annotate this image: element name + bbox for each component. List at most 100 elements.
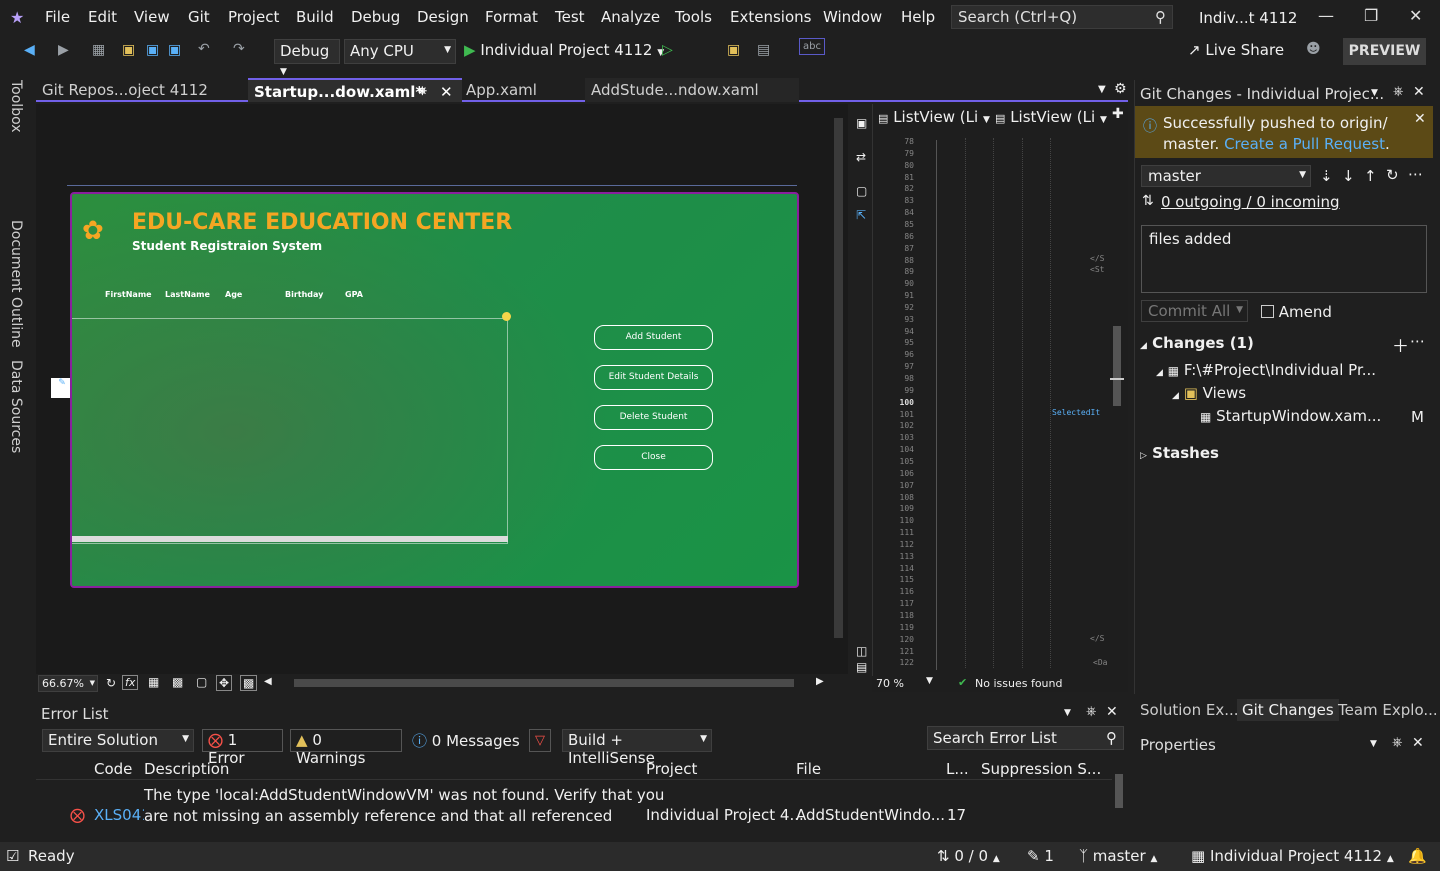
edit-student-button[interactable]: Edit Student Details xyxy=(594,365,713,390)
back-icon[interactable]: ◀ xyxy=(24,42,35,58)
scope-select[interactable]: Entire Solution ▼ xyxy=(42,729,194,752)
designer-hscroll-thumb[interactable] xyxy=(294,679,794,687)
branch-select[interactable]: master ▼ xyxy=(1141,165,1311,187)
toolbox-tab[interactable]: Toolbox xyxy=(8,80,24,133)
search-error-list-input[interactable]: Search Error List ⚲ xyxy=(927,726,1124,750)
save-all-icon[interactable]: ▣ xyxy=(168,42,181,58)
messages-filter-button[interactable]: ⓘ 0 Messages xyxy=(412,730,520,751)
stage-all-icon[interactable]: ＋ xyxy=(1392,332,1409,357)
menu-git[interactable]: Git xyxy=(188,8,210,26)
warnings-filter-button[interactable]: ▲ 0 Warnings xyxy=(290,729,402,767)
menu-extensions[interactable]: Extensions xyxy=(730,8,811,26)
element-combo-2[interactable]: ▤ ListView (Li ▼ xyxy=(995,108,1107,126)
chevron-down-icon[interactable]: ▼ xyxy=(926,676,933,686)
element-combo-1[interactable]: ▤ ListView (Li ▼ xyxy=(878,108,990,126)
delete-student-button[interactable]: Delete Student xyxy=(594,405,713,430)
column-project[interactable]: Project xyxy=(646,760,697,778)
branch-indicator[interactable]: ᛉ master ▲ xyxy=(1079,847,1157,865)
close-app-button[interactable]: Close xyxy=(594,445,713,470)
scroll-right-icon[interactable]: ▶ xyxy=(816,676,824,687)
forward-icon[interactable]: ▶ xyxy=(58,42,69,58)
build-source-select[interactable]: Build + IntelliSense ▼ xyxy=(562,729,712,767)
sync-status-link[interactable]: 0 outgoing / 0 incoming xyxy=(1161,193,1340,211)
redo-icon[interactable]: ↷ xyxy=(233,41,245,57)
repo-indicator[interactable]: ▦ Individual Project 4112 ▲ xyxy=(1191,847,1394,865)
tab-git-repos[interactable]: Git Repos...oject 4112 xyxy=(36,78,248,102)
swap-panes-icon[interactable]: ⇄ xyxy=(856,150,866,164)
tab-solution-explorer[interactable]: Solution Ex... xyxy=(1140,701,1239,719)
sync-icon[interactable]: ↻ xyxy=(1386,166,1399,184)
tab-git-changes[interactable]: Git Changes xyxy=(1237,699,1339,721)
document-outline-tab[interactable]: Document Outline xyxy=(8,220,24,348)
preview-button[interactable]: PREVIEW xyxy=(1343,38,1426,65)
amend-checkbox[interactable]: Amend xyxy=(1261,303,1332,321)
artboard-icon[interactable]: ▢ xyxy=(196,675,207,689)
tree-item-file[interactable]: ▦ StartupWindow.xam... xyxy=(1200,407,1381,425)
error-code-link[interactable]: XLS0414 xyxy=(94,806,144,824)
tab-app-xaml[interactable]: App.xaml xyxy=(460,78,584,102)
data-sources-tab[interactable]: Data Sources xyxy=(8,360,24,453)
effects-icon[interactable]: fx xyxy=(122,675,139,690)
column-code[interactable]: Code xyxy=(94,760,132,778)
light-bulb-icon[interactable] xyxy=(502,312,511,321)
notifications-icon[interactable]: 🔔 xyxy=(1408,847,1427,865)
error-list-vscroll[interactable] xyxy=(1112,758,1126,832)
vertical-split-icon[interactable]: ◫ xyxy=(856,644,867,658)
tab-team-explorer[interactable]: Team Explo... xyxy=(1338,701,1438,719)
platform-select[interactable]: Any CPU ▼ xyxy=(344,39,456,64)
issues-status[interactable]: No issues found xyxy=(975,677,1062,690)
tab-list-icon[interactable]: ▼ xyxy=(1098,84,1106,95)
design-view-icon[interactable]: ▣ xyxy=(856,116,867,130)
run-button[interactable]: ▶ Individual Project 4112 ▼ xyxy=(464,41,664,59)
menu-build[interactable]: Build xyxy=(296,8,334,26)
chevron-down-icon[interactable]: ▼ xyxy=(1370,739,1377,749)
scroll-thumb[interactable] xyxy=(1113,326,1121,406)
stashes-section[interactable]: ▷ Stashes xyxy=(1140,444,1219,462)
menu-file[interactable]: File xyxy=(45,8,70,26)
designer-zoom-select[interactable]: 66.67% ▼ xyxy=(38,675,98,692)
grid-icon[interactable]: ▦ xyxy=(148,675,159,689)
spellcheck-icon[interactable]: abc xyxy=(799,38,825,55)
fetch-icon[interactable]: ⇣ xyxy=(1320,167,1333,185)
split-editor-icon[interactable]: ✚ xyxy=(1112,106,1124,122)
menu-analyze[interactable]: Analyze xyxy=(601,8,660,26)
config-select[interactable]: Debug ▼ xyxy=(274,39,340,77)
designer-vscroll[interactable] xyxy=(834,118,843,638)
listview-scrollbar[interactable] xyxy=(72,536,508,542)
code-vscroll[interactable] xyxy=(1110,136,1124,672)
search-input[interactable]: Search (Ctrl+Q) ⚲ xyxy=(951,5,1173,29)
errors-filter-button[interactable]: ⨂ 1 Error xyxy=(202,729,283,767)
pin-icon[interactable]: ⎈ xyxy=(418,84,427,98)
undo-icon[interactable]: ↶ xyxy=(198,41,210,57)
close-icon[interactable]: ✕ xyxy=(1412,735,1424,751)
new-project-icon[interactable]: ▦ xyxy=(92,42,105,58)
tab-startup-window[interactable]: Startup...dow.xaml* ⎈ ✕ xyxy=(248,78,462,102)
pull-icon[interactable]: ↓ xyxy=(1342,167,1355,185)
column-suppression[interactable]: Suppression S... xyxy=(981,760,1101,778)
chevron-down-icon[interactable]: ▼ xyxy=(1371,88,1378,98)
close-icon[interactable]: ✕ xyxy=(1106,704,1118,720)
expand-icon[interactable]: ⇱ xyxy=(856,208,866,222)
layout-icon[interactable]: ▤ xyxy=(757,42,770,58)
commit-all-button[interactable]: Commit All ▼ xyxy=(1141,300,1248,322)
dismiss-notification-icon[interactable]: ✕ xyxy=(1414,111,1426,127)
pin-icon[interactable]: ⎈ xyxy=(1086,704,1096,719)
horizontal-split-icon[interactable]: ▤ xyxy=(856,660,867,674)
create-pull-request-link[interactable]: Create a Pull Request xyxy=(1224,135,1385,153)
menu-window[interactable]: Window xyxy=(823,8,882,26)
xaml-view-icon[interactable]: ▢ xyxy=(856,184,867,198)
changes-section[interactable]: ◢ Changes (1) xyxy=(1140,334,1254,352)
menu-format[interactable]: Format xyxy=(485,8,538,26)
settings-icon[interactable]: ⚙ xyxy=(1114,81,1127,97)
commit-message-input[interactable]: files added xyxy=(1141,225,1427,293)
open-folder-icon[interactable]: ▣ xyxy=(122,42,135,58)
error-row[interactable]: ⨂ XLS0414 The type 'local:AddStudentWind… xyxy=(36,782,1112,834)
browse-icon[interactable]: ▣ xyxy=(727,42,740,58)
add-student-button[interactable]: Add Student xyxy=(594,325,713,350)
code-zoom[interactable]: 70 % xyxy=(876,677,904,690)
tab-add-student[interactable]: AddStude...ndow.xaml xyxy=(585,78,799,102)
minimize-icon[interactable]: — xyxy=(1318,6,1334,25)
pin-icon[interactable]: ⎈ xyxy=(1393,84,1403,99)
tree-item-views[interactable]: ◢ ▣ Views xyxy=(1172,384,1246,402)
pending-edits[interactable]: ✎ 1 xyxy=(1027,847,1054,865)
